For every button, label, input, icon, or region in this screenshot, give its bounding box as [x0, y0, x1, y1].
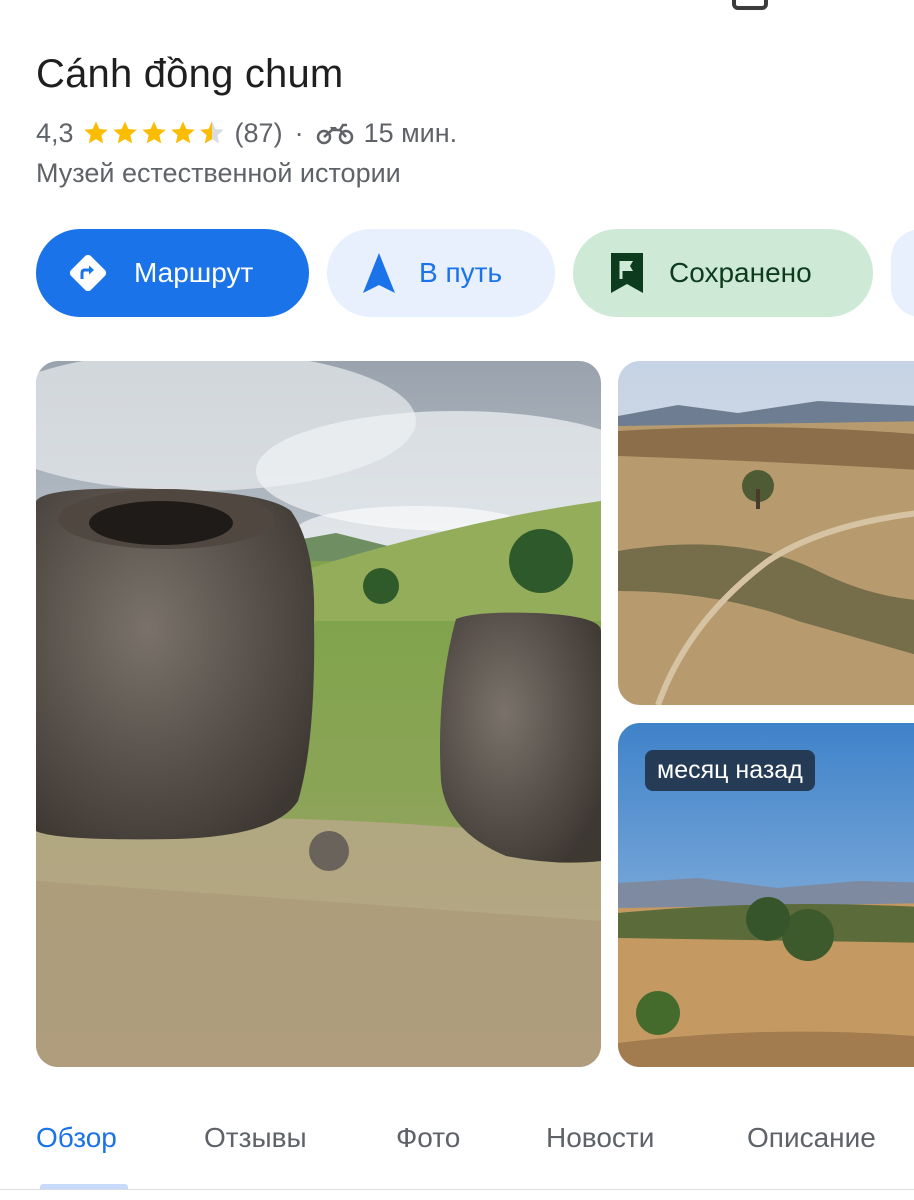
travel-time: 15 мин. — [363, 117, 458, 148]
start-label: В путь — [419, 257, 503, 288]
stone-jars-image — [36, 361, 601, 1067]
rating-row[interactable]: 4,3 (87) · 15 мин. — [36, 115, 457, 151]
tabs-divider — [0, 1189, 914, 1190]
bookmark-flag-icon — [607, 251, 647, 295]
tab-photos[interactable]: Фото — [396, 1122, 460, 1154]
star-icon — [170, 121, 195, 144]
tab-description[interactable]: Описание — [747, 1122, 876, 1154]
navigation-arrow-icon — [361, 251, 397, 295]
separator-dot: · — [294, 117, 304, 148]
tab-news[interactable]: Новости — [546, 1122, 654, 1154]
tab-reviews[interactable]: Отзывы — [204, 1122, 307, 1154]
saved-button[interactable]: Сохранено — [573, 229, 873, 317]
star-icon — [141, 121, 166, 144]
more-actions-chip[interactable] — [891, 229, 914, 317]
tab-overview[interactable]: Обзор — [36, 1122, 117, 1154]
rating-value: 4,3 — [36, 117, 74, 148]
reviews-count: (87) — [234, 117, 283, 148]
place-category: Музей естественной истории — [36, 158, 401, 188]
place-title: Cánh đồng chum — [36, 52, 344, 96]
rating-stars — [82, 119, 227, 147]
saved-label: Сохранено — [669, 257, 812, 288]
landscape-photo-1[interactable] — [618, 361, 914, 705]
action-chips: Маршрут В путь Сохранено — [36, 229, 914, 317]
photo-date-badge: месяц назад — [645, 750, 815, 791]
tab-bar: Обзор Отзывы Фото Новости Описание — [0, 1108, 914, 1200]
top-handle — [732, 0, 768, 10]
directions-icon — [64, 249, 112, 297]
star-icon — [112, 121, 137, 144]
route-label: Маршрут — [134, 257, 254, 288]
start-navigation-button[interactable]: В путь — [327, 229, 555, 317]
star-icon — [83, 121, 108, 144]
route-button[interactable]: Маршрут — [36, 229, 309, 317]
motorcycle-icon — [316, 123, 353, 145]
half-star-icon — [199, 121, 224, 144]
landscape-image-1 — [618, 361, 914, 705]
main-photo[interactable] — [36, 361, 601, 1067]
